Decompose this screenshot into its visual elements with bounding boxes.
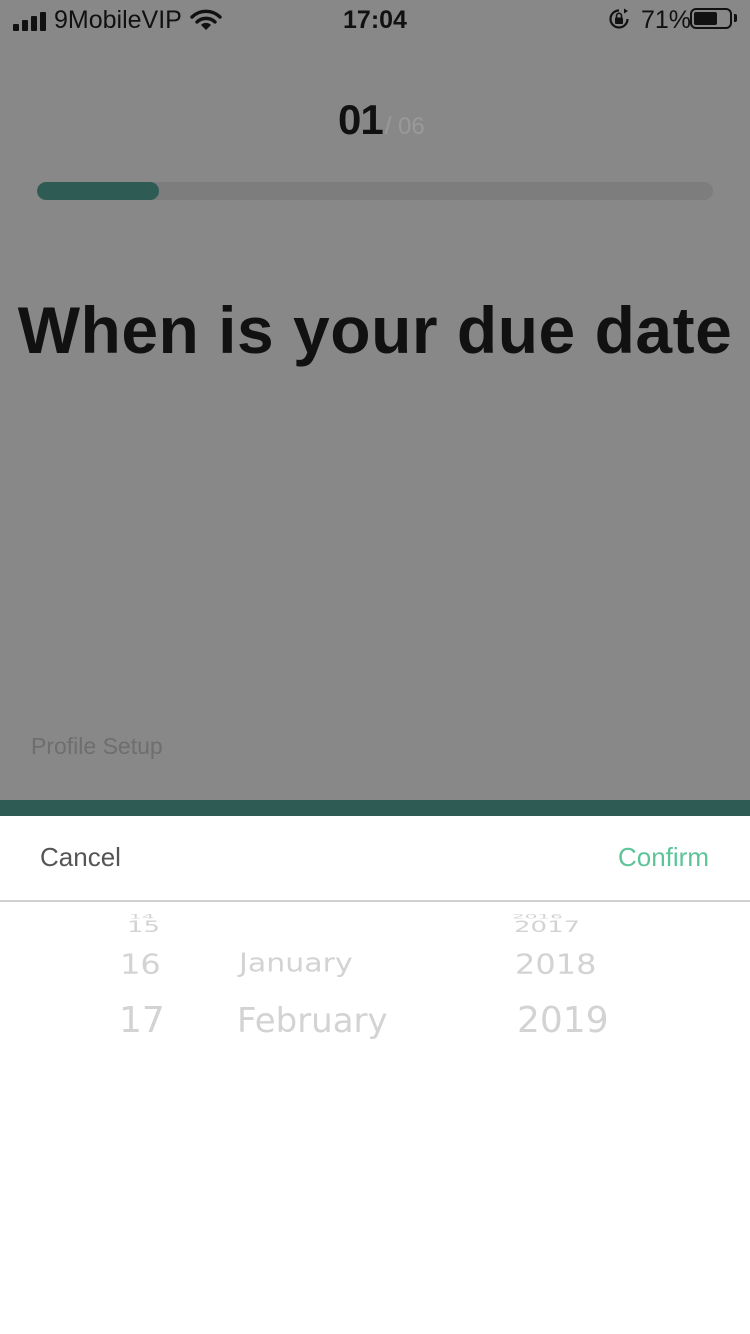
rotation-lock-icon <box>609 8 629 29</box>
month-option[interactable]: January <box>239 948 353 980</box>
question-heading: When is your due date <box>17 293 733 367</box>
progress-bar-fill <box>37 182 159 200</box>
status-bar: 9MobileVIP 17:04 71% <box>0 0 750 40</box>
month-option[interactable]: February <box>237 1000 388 1042</box>
battery-percent: 71% <box>641 6 692 34</box>
year-wheel[interactable]: 2016 2017 2018 2019 <box>500 902 640 1222</box>
progress-bar <box>37 182 713 200</box>
step-counter: 01/ 06 <box>338 96 425 144</box>
day-option[interactable]: 17 <box>119 1000 165 1042</box>
confirm-button[interactable]: Confirm <box>618 842 709 873</box>
year-option[interactable]: 2018 <box>515 948 596 980</box>
day-option[interactable]: 16 <box>120 948 161 980</box>
step-current: 01 <box>338 96 384 143</box>
year-option[interactable]: 2019 <box>517 1000 609 1042</box>
cancel-button[interactable]: Cancel <box>40 842 121 873</box>
status-time: 17:04 <box>343 6 407 34</box>
date-picker-sheet: Cancel Confirm 14 15 16 17 January Febru… <box>0 816 750 1334</box>
bottom-accent-strip <box>0 800 750 816</box>
date-picker-wheels: 14 15 16 17 January February 2016 2017 2… <box>0 902 750 1222</box>
day-option[interactable]: 15 <box>127 918 160 937</box>
picker-toolbar: Cancel Confirm <box>0 816 750 902</box>
battery-level-fill <box>694 12 717 25</box>
step-total: / 06 <box>384 113 425 140</box>
year-option[interactable]: 2017 <box>514 918 580 937</box>
battery-cap <box>734 14 737 22</box>
battery-icon <box>690 8 732 29</box>
section-label: Profile Setup <box>31 733 163 759</box>
month-wheel[interactable]: January February <box>220 902 440 1222</box>
day-wheel[interactable]: 14 15 16 17 <box>100 902 200 1222</box>
